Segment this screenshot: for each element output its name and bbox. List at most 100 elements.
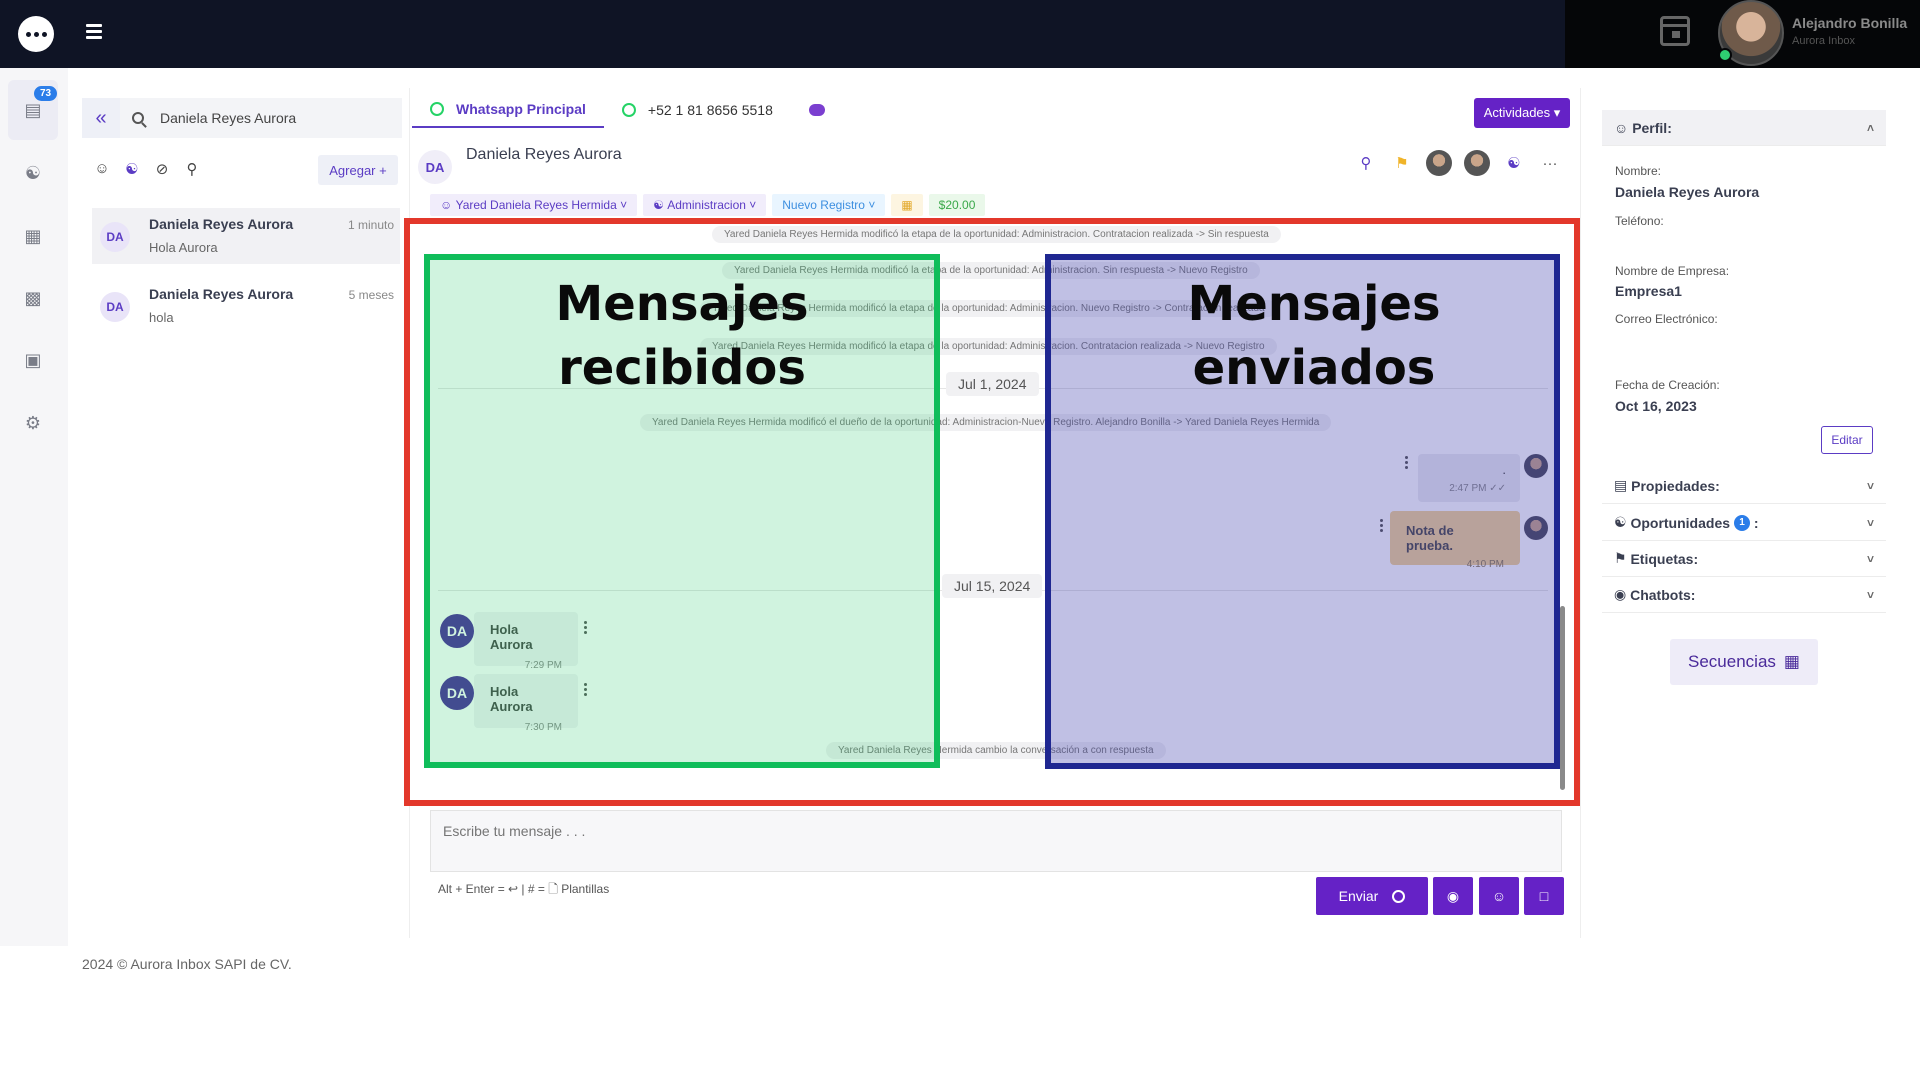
collapse-list-button[interactable]: « (82, 98, 120, 138)
stage-pill[interactable]: Nuevo Registro ˅ (772, 194, 886, 216)
calendar-icon[interactable] (1660, 16, 1690, 46)
search-icon[interactable]: ⚲ (1354, 151, 1378, 175)
etiquetas-label: Etiquetas: (1630, 550, 1699, 567)
chat-logo-icon[interactable] (18, 16, 54, 52)
monitor-icon[interactable]: ▩ (8, 268, 58, 328)
conversation-time: 5 meses (348, 288, 394, 302)
received-label-line2: recibidos (558, 340, 806, 396)
whatsapp-icon (1392, 889, 1406, 903)
tag-icon: ⚑ (1614, 550, 1631, 566)
chatbots-label: Chatbots: (1630, 586, 1696, 603)
oportunidades-accordion[interactable]: ☯ Oportunidades 1 : ˅ (1602, 505, 1886, 541)
attach-button[interactable]: □ (1524, 877, 1564, 915)
sequence-icon: ▦ (1783, 652, 1800, 671)
sent-messages-label: Mensajes enviados (1176, 272, 1452, 400)
sent-label-line1: Mensajes (1187, 276, 1441, 332)
user-org: Aurora Inbox (1792, 35, 1855, 47)
etiquetas-accordion[interactable]: ⚑ Etiquetas: ˅ (1602, 541, 1886, 577)
creacion-label: Fecha de Creación: (1615, 378, 1720, 392)
tab-phone-number[interactable]: +52 1 81 8656 5518 (604, 92, 791, 128)
whatsapp-icon (430, 102, 444, 116)
secuencias-label: Secuencias (1688, 652, 1776, 671)
conversation-preview: Hola Aurora (149, 240, 218, 255)
calendar-icon: ▦ (901, 198, 913, 212)
user-icon: ☺ (1614, 119, 1633, 136)
emoji-button[interactable]: ☺ (1479, 877, 1519, 915)
tab-new-chat[interactable] (791, 92, 843, 128)
chatbots-accordion[interactable]: ◉ Chatbots: ˅ (1602, 577, 1886, 613)
nombre-value: Daniela Reyes Aurora (1615, 184, 1760, 200)
send-button[interactable]: Enviar (1316, 877, 1428, 915)
bot-button[interactable]: ◉ (1433, 877, 1473, 915)
list-icon: ▤ (1614, 477, 1632, 493)
user-name: Alejandro Bonilla (1792, 15, 1908, 31)
edit-button[interactable]: Editar (1821, 426, 1873, 454)
stage-label: Nuevo Registro (782, 198, 865, 212)
avatar: DA (100, 292, 130, 322)
chat-bubble-icon (808, 104, 825, 116)
conversation-time: 1 minuto (347, 218, 394, 232)
opportunity-pills: ☺ Yared Daniela Reyes Hermida ˅ ☯ Admini… (430, 194, 986, 216)
hamburger-icon[interactable] (86, 24, 102, 42)
online-status-icon (1718, 48, 1732, 62)
received-messages-label: Mensajes recibidos (540, 272, 824, 400)
filter-icons: ☺ ☯ ⊘ ⚲ (92, 160, 202, 178)
team-icon[interactable]: ☯ (1502, 151, 1526, 175)
more-options-icon[interactable]: ··· (1538, 151, 1562, 175)
team-pill[interactable]: ☯ Administracion ˅ (643, 194, 767, 216)
team-icon: ☯ (1614, 514, 1631, 530)
bot-icon: ◉ (1614, 586, 1631, 602)
chevron-up-icon: ˄ (1866, 120, 1874, 135)
team-filter-icon[interactable]: ☯ (122, 160, 142, 178)
message-composer (430, 810, 1562, 872)
pin-filter-icon[interactable]: ⚲ (182, 160, 202, 178)
search-icon (132, 112, 144, 124)
user-icon: ☺ (440, 198, 456, 212)
chevron-down-icon: ˅ (1866, 551, 1874, 566)
chevron-down-icon: ˅ (1866, 478, 1874, 493)
chevron-down-icon: ˅ (1866, 587, 1874, 602)
avatar: DA (418, 150, 452, 184)
telefono-label: Teléfono: (1615, 214, 1664, 228)
list-item[interactable]: DA Daniela Reyes Aurora hola 5 meses (92, 278, 400, 334)
contacts-icon[interactable]: ☯ (8, 143, 58, 203)
top-bar: Alejandro Bonilla Aurora Inbox (0, 0, 1920, 68)
empresa-value: Empresa1 (1615, 283, 1682, 299)
gear-icon[interactable]: ⚙ (8, 393, 58, 453)
oportunidades-count: 1 (1734, 514, 1751, 531)
agent-avatar[interactable] (1464, 150, 1490, 176)
owner-pill[interactable]: ☺ Yared Daniela Reyes Hermida ˅ (430, 194, 638, 216)
conversation-name: Daniela Reyes Aurora (149, 286, 294, 302)
shortcut-hint: Alt + Enter = ↩ | # = 🗋 Plantillas (438, 882, 610, 896)
actividades-button[interactable]: Actividades ▾ (1474, 98, 1570, 128)
hidden-filter-icon[interactable]: ⊘ (152, 160, 172, 178)
conversation-preview: hola (149, 310, 174, 325)
team-label: Administracion (667, 198, 746, 212)
unread-badge: 73 (34, 86, 58, 101)
message-input[interactable] (431, 811, 1561, 871)
secuencias-button[interactable]: Secuencias ▦ (1670, 639, 1818, 685)
add-conversation-button[interactable]: Agregar + (318, 155, 398, 185)
inbox-tray-icon[interactable]: ▣ (8, 330, 58, 390)
search-input[interactable] (160, 110, 380, 126)
propiedades-accordion[interactable]: ▤ Propiedades: ˅ (1602, 468, 1886, 504)
agent-avatar[interactable] (1426, 150, 1452, 176)
team-icon: ☯ (653, 198, 668, 212)
perfil-accordion[interactable]: ☺ Perfil: ˄ (1602, 110, 1886, 146)
nombre-label: Nombre: (1615, 164, 1662, 178)
calendar-pill[interactable]: ▦ (891, 194, 923, 216)
tab-whatsapp-principal[interactable]: Whatsapp Principal (412, 92, 604, 128)
footer: 2024 © Aurora Inbox SAPI de CV. (82, 956, 292, 972)
empresa-label: Nombre de Empresa: (1615, 264, 1730, 278)
whatsapp-icon (621, 103, 636, 117)
pin-icon[interactable]: ⚑ (1390, 151, 1414, 175)
list-item[interactable]: DA Daniela Reyes Aurora Hola Aurora 1 mi… (92, 208, 400, 264)
contact-card-icon[interactable]: ▦ (8, 206, 58, 266)
send-label: Enviar (1338, 888, 1379, 904)
assigned-filter-icon[interactable]: ☺ (92, 160, 112, 178)
tab-label: Whatsapp Principal (456, 101, 586, 117)
bot-icon: ◉ (1446, 887, 1460, 904)
search-box (120, 98, 402, 138)
left-rail: ▤ ☯ ▦ ▩ ▣ ⚙ (0, 68, 68, 946)
chat-header-icons: ⚲ ⚑ ☯ ··· (1354, 150, 1562, 176)
